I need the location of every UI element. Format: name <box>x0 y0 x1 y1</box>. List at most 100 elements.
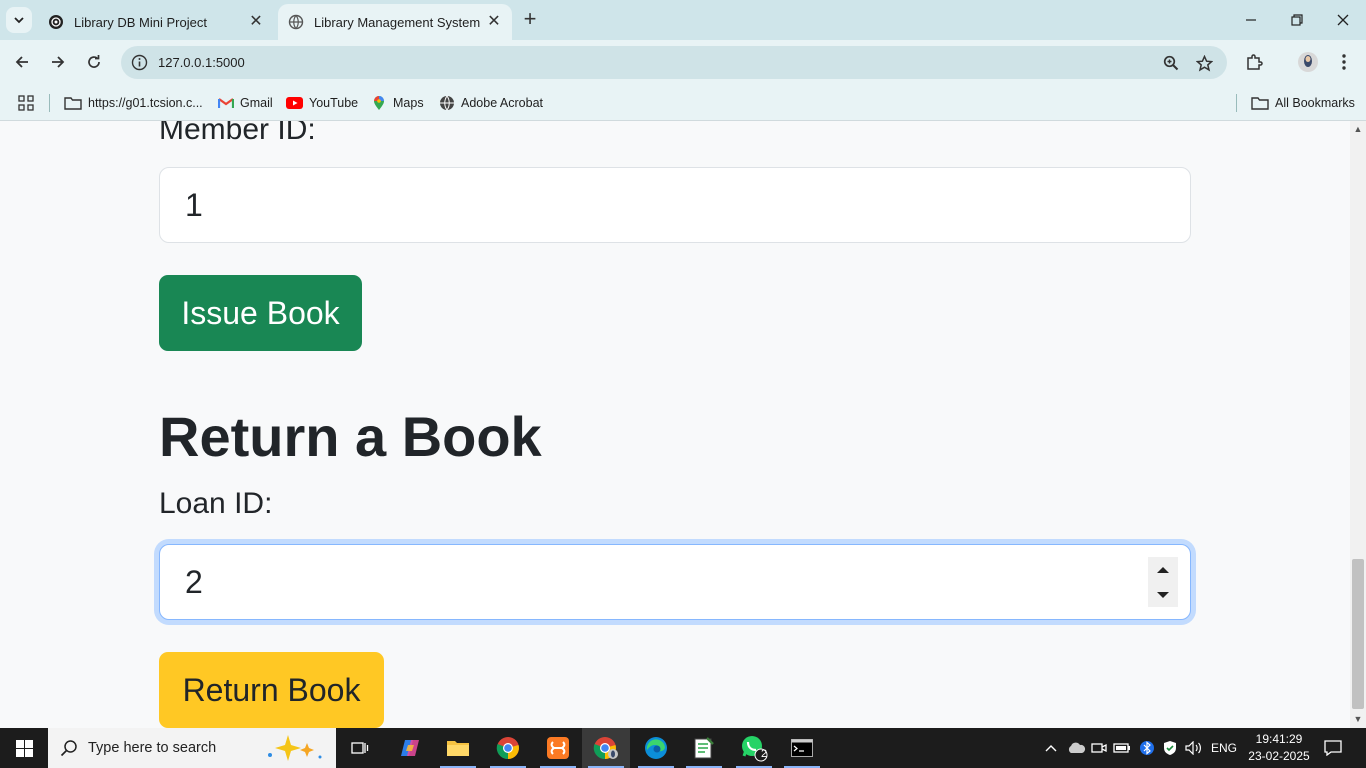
tab-search-button[interactable] <box>6 7 32 33</box>
bookmark-gmail[interactable]: Gmail <box>218 92 273 114</box>
gmail-icon <box>218 98 234 108</box>
spin-down-icon[interactable] <box>1156 591 1170 599</box>
whatsapp-app[interactable]: 2 <box>730 728 778 768</box>
avatar <box>1298 52 1318 72</box>
restore-button[interactable] <box>1274 0 1320 40</box>
apps-button[interactable] <box>18 92 40 114</box>
language-indicator[interactable]: ENG <box>1208 728 1240 768</box>
notifications-button[interactable] <box>1318 728 1348 768</box>
arrow-left-icon <box>15 56 28 68</box>
bluetooth-tray[interactable] <box>1138 728 1156 768</box>
bookmark-label: Maps <box>393 96 424 110</box>
meet-now-tray[interactable] <box>1090 728 1108 768</box>
bookmark-youtube[interactable]: YouTube <box>286 92 358 114</box>
tab-title: Library DB Mini Project <box>74 14 207 30</box>
reload-button[interactable] <box>80 48 108 76</box>
sparkle-icon <box>268 735 322 761</box>
issue-book-button[interactable]: Issue Book <box>159 275 362 351</box>
close-icon <box>1337 14 1349 26</box>
minimize-button[interactable] <box>1228 0 1274 40</box>
tab-strip: Library DB Mini Project ✕ Library Manage… <box>0 0 1366 40</box>
bookmark-maps[interactable]: Maps <box>371 92 424 114</box>
folder-icon <box>1251 97 1269 110</box>
maps-icon <box>374 96 384 110</box>
reload-icon <box>88 55 100 68</box>
close-tab-icon[interactable]: ✕ <box>248 14 264 30</box>
task-view-icon <box>351 742 369 754</box>
loan-id-value: 2 <box>185 563 203 600</box>
bookmark-adobe-acrobat[interactable]: Adobe Acrobat <box>439 92 543 114</box>
tab-library-db-mini-project[interactable]: Library DB Mini Project ✕ <box>38 4 274 40</box>
show-hidden-icons-button[interactable] <box>1042 728 1060 768</box>
url-text[interactable]: 127.0.0.1:5000 <box>158 55 245 70</box>
battery-tray[interactable] <box>1112 728 1132 768</box>
zoom-icon[interactable] <box>1161 53 1181 73</box>
profile-avatar[interactable] <box>1294 48 1322 76</box>
copilot-icon <box>401 740 419 756</box>
tab-library-management-system[interactable]: Library Management System ✕ <box>278 4 512 40</box>
address-bar[interactable]: 127.0.0.1:5000 <box>121 46 1227 79</box>
all-bookmarks-button[interactable]: All Bookmarks <box>1251 92 1355 114</box>
windows-taskbar: Type here to search 2 ENG 19:41:29 23-02… <box>0 728 1366 768</box>
chevron-up-icon <box>1045 745 1057 752</box>
terminal-app[interactable] <box>778 728 826 768</box>
tab-title: Library Management System <box>314 14 481 30</box>
bookmark-label: Gmail <box>240 96 273 110</box>
restore-icon <box>1291 14 1303 26</box>
start-button[interactable] <box>0 728 48 768</box>
new-tab-button[interactable]: + <box>518 8 542 32</box>
number-spinner[interactable] <box>1148 557 1178 607</box>
copilot-app[interactable] <box>386 728 434 768</box>
scroll-thumb[interactable] <box>1352 559 1364 709</box>
info-icon[interactable] <box>131 54 148 71</box>
globe-icon <box>440 95 454 111</box>
back-button[interactable] <box>8 48 36 76</box>
chrome-profile-app[interactable] <box>582 728 630 768</box>
bookmark-label: YouTube <box>309 96 359 110</box>
close-tab-icon[interactable]: ✕ <box>486 14 502 30</box>
forward-button[interactable] <box>44 48 72 76</box>
file-explorer-app[interactable] <box>434 728 482 768</box>
close-window-button[interactable] <box>1320 0 1366 40</box>
task-view-button[interactable] <box>336 728 384 768</box>
taskbar-search-box[interactable]: Type here to search <box>48 728 336 768</box>
spin-up-icon[interactable] <box>1156 566 1170 574</box>
bookmark-tcsion[interactable]: https://g01.tcsion.c... <box>64 92 203 114</box>
chrome-app[interactable] <box>484 728 532 768</box>
system-clock[interactable]: 19:41:29 23-02-2025 <box>1240 731 1318 765</box>
page-content: Member ID: 1 Issue Book Return a Book Lo… <box>0 121 1350 728</box>
scroll-up-arrow-icon[interactable]: ▲ <box>1353 124 1363 134</box>
cloud-icon <box>1068 742 1086 753</box>
scroll-down-arrow-icon[interactable]: ▼ <box>1353 714 1363 724</box>
search-icon <box>60 740 77 757</box>
loan-id-input[interactable]: 2 <box>159 544 1191 620</box>
windows-logo-icon <box>15 739 33 757</box>
return-book-heading: Return a Book <box>159 405 542 468</box>
notification-icon <box>1324 740 1342 756</box>
member-id-input[interactable]: 1 <box>159 167 1191 243</box>
member-id-label: Member ID: <box>159 121 316 146</box>
all-bookmarks-label: All Bookmarks <box>1275 96 1355 110</box>
bookmark-star-icon[interactable] <box>1194 53 1214 73</box>
chrome-profile-icon <box>593 737 618 760</box>
camera-icon <box>1091 743 1107 753</box>
xampp-app[interactable] <box>534 728 582 768</box>
menu-button[interactable] <box>1330 48 1358 76</box>
loan-id-label: Loan ID: <box>159 487 273 520</box>
shield-icon <box>1164 741 1176 755</box>
arrow-right-icon <box>52 56 65 68</box>
edge-app[interactable] <box>632 728 680 768</box>
security-tray[interactable] <box>1160 728 1180 768</box>
page-scrollbar[interactable]: ▲ ▼ <box>1350 121 1366 728</box>
bookmark-label: Adobe Acrobat <box>461 96 544 110</box>
search-placeholder: Type here to search <box>88 740 217 756</box>
minimize-icon <box>1246 19 1256 21</box>
folder-icon <box>447 741 469 756</box>
notepad-app[interactable] <box>680 728 728 768</box>
onedrive-tray[interactable] <box>1064 728 1088 768</box>
xampp-icon <box>547 737 569 759</box>
volume-tray[interactable] <box>1184 728 1204 768</box>
extensions-button[interactable] <box>1240 48 1268 76</box>
return-book-button[interactable]: Return Book <box>159 652 384 728</box>
chevron-down-icon <box>14 17 24 24</box>
